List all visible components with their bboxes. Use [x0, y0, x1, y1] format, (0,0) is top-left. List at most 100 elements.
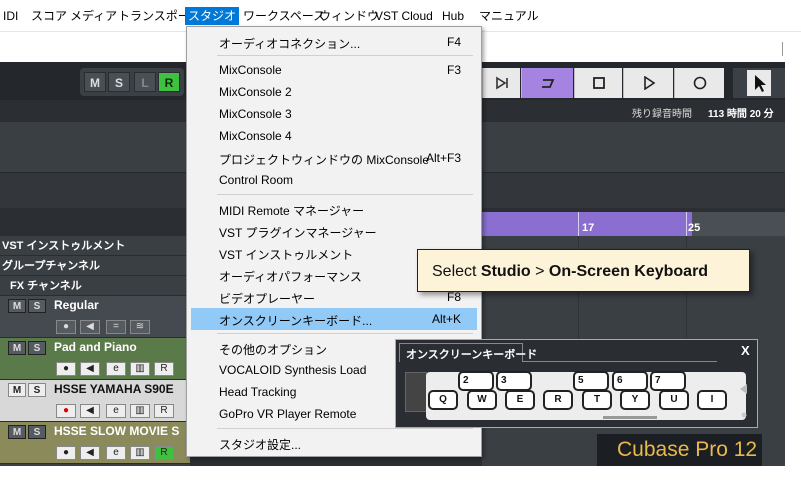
- key-i[interactable]: I: [697, 390, 727, 410]
- menu-item-control-room[interactable]: Control Room: [191, 169, 477, 191]
- menu-workspace[interactable]: ワークスペース: [240, 7, 328, 25]
- mute-all-button[interactable]: M: [84, 72, 106, 92]
- menu-item-midi-remote-manager[interactable]: MIDI Remote マネージャー: [191, 198, 477, 220]
- keyboard-icon[interactable]: ▥: [130, 446, 150, 460]
- edit-instrument-button[interactable]: e: [106, 446, 126, 460]
- object-selection-tool[interactable]: [747, 70, 771, 96]
- track-solo-button[interactable]: S: [28, 341, 46, 355]
- monitor-icon[interactable]: ◀: [80, 362, 100, 376]
- menu-item-vst-plugin-manager[interactable]: VST プラグインマネージャー: [191, 220, 477, 242]
- menu-item-label: オンスクリーンキーボード...: [219, 314, 373, 328]
- record-button[interactable]: [674, 68, 724, 98]
- keyboard-icon[interactable]: ▥: [130, 404, 150, 418]
- menu-score[interactable]: スコア: [28, 7, 70, 25]
- key-t[interactable]: T: [582, 390, 612, 410]
- monitor-icon[interactable]: ◀: [80, 320, 100, 334]
- folder-fx-channels[interactable]: FX チャンネル: [0, 276, 190, 296]
- read-button[interactable]: R: [154, 446, 174, 460]
- read-button[interactable]: R: [154, 362, 174, 376]
- track-pad-and-piano[interactable]: M S Pad and Piano ● ◀ e ▥ R: [0, 338, 190, 380]
- go-to-next-marker-button[interactable]: [482, 68, 520, 98]
- track-name[interactable]: Pad and Piano: [54, 340, 137, 354]
- octave-up-icon[interactable]: [740, 384, 748, 394]
- menu-vst-cloud[interactable]: VST Cloud: [372, 7, 436, 25]
- menu-item-label: その他のオプション: [219, 343, 328, 357]
- menu-item-mixconsole-2[interactable]: MixConsole 2: [191, 81, 477, 103]
- lane-icon[interactable]: =: [106, 320, 126, 334]
- key-e[interactable]: E: [505, 390, 535, 410]
- menu-item-label: ビデオプレーヤー: [219, 292, 316, 306]
- track-hsse-slow-movie[interactable]: M S HSSE SLOW MOVIE S ● ◀ e ▥ R: [0, 422, 190, 464]
- edit-instrument-button[interactable]: e: [106, 362, 126, 376]
- track-list: VST インストゥルメント グループチャンネル FX チャンネル M S Reg…: [0, 236, 190, 495]
- key-3[interactable]: 3: [496, 371, 532, 391]
- record-enable-icon[interactable]: ●: [56, 446, 76, 460]
- menu-item-project-mixconsole[interactable]: プロジェクトウィンドウの MixConsole Alt+F3: [191, 147, 477, 169]
- monitor-icon[interactable]: ◀: [80, 446, 100, 460]
- menu-item-mixconsole[interactable]: MixConsole F3: [191, 59, 477, 81]
- ruler-label-17: 17: [582, 222, 595, 234]
- track-solo-button[interactable]: S: [28, 299, 46, 313]
- listen-button[interactable]: L: [134, 72, 156, 92]
- instruction-callout: Select Studio > On-Screen Keyboard: [417, 249, 750, 292]
- folder-vst-instruments[interactable]: VST インストゥルメント: [0, 236, 190, 256]
- pitchbend-wheel[interactable]: [405, 372, 427, 412]
- key-w[interactable]: W: [467, 390, 497, 410]
- stop-button[interactable]: [574, 68, 622, 98]
- record-enable-icon[interactable]: ●: [56, 320, 76, 334]
- monitor-icon[interactable]: ◀: [80, 404, 100, 418]
- menu-midi[interactable]: IDI: [0, 7, 21, 25]
- edit-instrument-button[interactable]: e: [106, 404, 126, 418]
- track-mute-button[interactable]: M: [8, 299, 26, 313]
- key-r[interactable]: R: [543, 390, 573, 410]
- key-7[interactable]: 7: [650, 371, 686, 391]
- menu-media[interactable]: メディア: [67, 7, 120, 25]
- close-icon[interactable]: X: [741, 343, 750, 358]
- menu-item-label: VST インストゥルメント: [219, 248, 354, 262]
- track-name[interactable]: HSSE SLOW MOVIE S: [54, 424, 179, 438]
- read-button[interactable]: R: [154, 404, 174, 418]
- solo-all-button[interactable]: S: [108, 72, 130, 92]
- menu-item-shortcut: F4: [446, 35, 461, 49]
- menu-item-on-screen-keyboard[interactable]: オンスクリーンキーボード... Alt+K: [191, 308, 477, 330]
- bottom-margin: [0, 466, 801, 495]
- menu-item-label: MixConsole 2: [219, 85, 292, 99]
- record-enable-icon[interactable]: ●: [56, 362, 76, 376]
- track-solo-button[interactable]: S: [28, 425, 46, 439]
- key-5[interactable]: 5: [573, 371, 609, 391]
- menu-item-mixconsole-4[interactable]: MixConsole 4: [191, 125, 477, 147]
- folder-group-channels[interactable]: グループチャンネル: [0, 256, 190, 276]
- menu-hub[interactable]: Hub: [439, 7, 467, 25]
- menu-item-label: VOCALOID Synthesis Load: [219, 363, 367, 377]
- track-mute-button[interactable]: M: [8, 425, 26, 439]
- key-6[interactable]: 6: [612, 371, 648, 391]
- osk-title: オンスクリーンキーボード: [406, 349, 538, 361]
- track-hsse-yamaha-s90e[interactable]: M S HSSE YAMAHA S90E ● ◀ e ▥ R: [0, 380, 190, 422]
- track-mute-button[interactable]: M: [8, 341, 26, 355]
- osk-scrollbar[interactable]: [603, 416, 657, 419]
- callout-prefix: Select: [432, 263, 481, 280]
- menu-manual[interactable]: マニュアル: [476, 7, 542, 25]
- record-enable-icon[interactable]: ●: [56, 404, 76, 418]
- track-regular[interactable]: M S Regular ● ◀ = ≋: [0, 296, 190, 338]
- menu-item-studio-setup[interactable]: スタジオ設定...: [191, 432, 477, 454]
- cycle-button[interactable]: [521, 68, 573, 98]
- track-solo-button[interactable]: S: [28, 383, 46, 397]
- read-automation-button[interactable]: R: [158, 72, 180, 92]
- track-name[interactable]: Regular: [54, 298, 99, 312]
- key-u[interactable]: U: [659, 390, 689, 410]
- key-2[interactable]: 2: [458, 371, 494, 391]
- key-q[interactable]: Q: [428, 390, 458, 410]
- cycle-icon: [541, 79, 554, 88]
- callout-separator: >: [530, 263, 549, 280]
- automation-icon[interactable]: ≋: [130, 320, 150, 334]
- track-mute-button[interactable]: M: [8, 383, 26, 397]
- play-button[interactable]: [623, 68, 673, 98]
- key-y[interactable]: Y: [620, 390, 650, 410]
- menu-studio[interactable]: スタジオ: [185, 7, 240, 25]
- keyboard-icon[interactable]: ▥: [130, 362, 150, 376]
- track-name[interactable]: HSSE YAMAHA S90E: [54, 382, 174, 396]
- menu-item-label: GoPro VR Player Remote: [219, 407, 357, 421]
- menu-item-mixconsole-3[interactable]: MixConsole 3: [191, 103, 477, 125]
- menu-item-audio-connections[interactable]: オーディオコネクション... F4: [191, 31, 477, 53]
